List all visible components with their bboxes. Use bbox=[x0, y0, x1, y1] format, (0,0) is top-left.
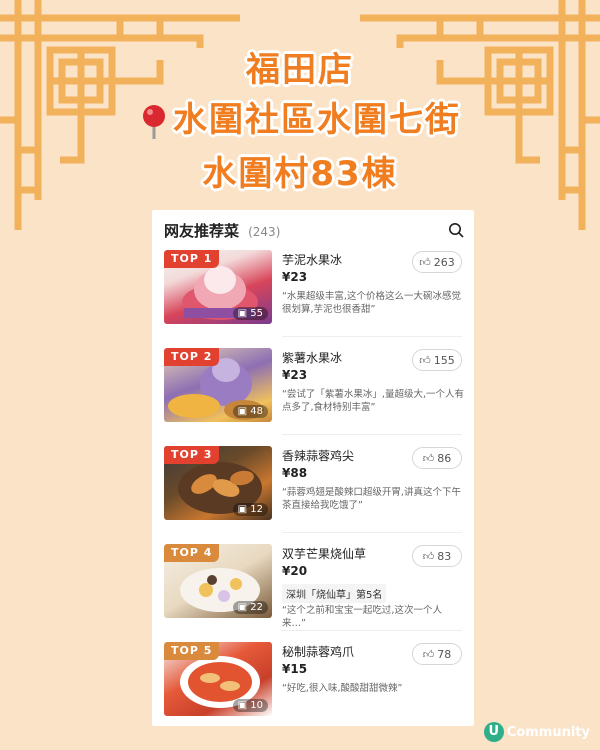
like-button[interactable]: 👍︎ 155 bbox=[412, 349, 462, 371]
store-name-heading: 福田店 bbox=[246, 50, 354, 90]
ranking-badge[interactable]: 深圳「烧仙草」第5名 bbox=[282, 584, 387, 603]
item-divider bbox=[282, 630, 462, 631]
recommended-dishes-card: 网友推荐菜 (243) TOP 1 ▣ 55 芋泥水果冰 ¥23 “水果超级丰富… bbox=[152, 210, 474, 726]
dish-price: ¥23 bbox=[282, 368, 308, 382]
pushpin-icon bbox=[143, 104, 165, 139]
community-watermark: U Community bbox=[483, 722, 590, 742]
building-heading: 水圍村83棟 bbox=[202, 154, 398, 194]
photo-count: ▣ 55 bbox=[232, 307, 268, 320]
dish-item[interactable]: TOP 3 ▣ 12 香辣蒜蓉鸡尖 ¥88 “蒜蓉鸡翅是酸辣口超级开胃,讲真这个… bbox=[164, 446, 464, 530]
dish-review: “这个之前和宝宝一起吃过,这次一个人来…” bbox=[282, 605, 442, 629]
dish-item[interactable]: TOP 5 ▣ 10 秘制蒜蓉鸡爪 ¥15 “好吃,很入味,酸酸甜甜微辣” 👍︎… bbox=[164, 642, 464, 726]
card-header: 网友推荐菜 (243) bbox=[164, 220, 464, 248]
dish-price: ¥23 bbox=[282, 270, 308, 284]
rank-tag: TOP 3 bbox=[164, 446, 220, 464]
dish-name: 香辣蒜蓉鸡尖 bbox=[282, 449, 355, 463]
rank-tag: TOP 1 bbox=[164, 250, 220, 268]
rank-tag: TOP 5 bbox=[164, 642, 220, 660]
like-button[interactable]: 👍︎ 78 bbox=[412, 643, 462, 665]
like-button[interactable]: 👍︎ 83 bbox=[412, 545, 462, 567]
community-logo: U bbox=[483, 722, 504, 742]
dish-review: “水果超级丰富,这个价格这么一大碗冰感觉很划算,芋泥也很香甜” bbox=[282, 291, 461, 315]
item-divider bbox=[282, 336, 462, 337]
photo-count: ▣ 12 bbox=[232, 503, 268, 516]
search-icon[interactable] bbox=[448, 222, 464, 238]
dish-price: ¥88 bbox=[282, 466, 308, 480]
dish-review: “好吃,很入味,酸酸甜甜微辣” bbox=[282, 683, 403, 694]
dish-item[interactable]: TOP 2 ▣ 48 紫薯水果冰 ¥23 “尝试了「紫薯水果冰」,量超级大,一个… bbox=[164, 348, 464, 432]
watermark-text: Community bbox=[506, 724, 590, 740]
dish-photo[interactable]: TOP 5 ▣ 10 bbox=[164, 642, 272, 716]
rank-tag: TOP 2 bbox=[164, 348, 220, 366]
dish-name: 紫薯水果冰 bbox=[282, 351, 343, 365]
photo-count: ▣ 10 bbox=[232, 699, 268, 712]
dish-photo[interactable]: TOP 2 ▣ 48 bbox=[164, 348, 272, 422]
dish-review: “蒜蓉鸡翅是酸辣口超级开胃,讲真这个下午茶直接给我吃饿了” bbox=[282, 487, 461, 511]
dish-review: “尝试了「紫薯水果冰」,量超级大,一个人有点多了,食材特别丰富” bbox=[282, 389, 464, 413]
dish-price: ¥20 bbox=[282, 564, 308, 578]
thumbs-up-icon: 👍︎ bbox=[419, 353, 431, 367]
thumbs-up-icon: 👍︎ bbox=[422, 451, 435, 465]
dish-price: ¥15 bbox=[282, 662, 308, 676]
dish-photo[interactable]: TOP 4 ▣ 22 bbox=[164, 544, 272, 618]
item-divider bbox=[282, 532, 462, 533]
dish-photo[interactable]: TOP 1 ▣ 55 bbox=[164, 250, 272, 324]
photo-count: ▣ 48 bbox=[232, 405, 268, 418]
item-divider bbox=[282, 434, 462, 435]
dish-name: 秘制蒜蓉鸡爪 bbox=[282, 645, 355, 659]
dish-photo[interactable]: TOP 3 ▣ 12 bbox=[164, 446, 272, 520]
dish-name: 双芋芒果烧仙草 bbox=[282, 547, 367, 561]
thumbs-up-icon: 👍︎ bbox=[422, 647, 435, 661]
thumbs-up-icon: 👍︎ bbox=[419, 255, 431, 269]
dish-item[interactable]: TOP 1 ▣ 55 芋泥水果冰 ¥23 “水果超级丰富,这个价格这么一大碗冰感… bbox=[164, 250, 464, 334]
dish-name: 芋泥水果冰 bbox=[282, 253, 343, 267]
address-line-text: 水圍社區水圍七街 bbox=[173, 100, 461, 140]
recommendation-count: (243) bbox=[248, 225, 281, 239]
rank-tag: TOP 4 bbox=[164, 544, 220, 562]
like-button[interactable]: 👍︎ 86 bbox=[412, 447, 462, 469]
address-line-heading: 水圍社區水圍七街 bbox=[0, 92, 600, 141]
thumbs-up-icon: 👍︎ bbox=[422, 549, 435, 563]
like-button[interactable]: 👍︎ 263 bbox=[412, 251, 462, 273]
card-title: 网友推荐菜 bbox=[164, 222, 240, 240]
dish-item[interactable]: TOP 4 ▣ 22 双芋芒果烧仙草 ¥20 深圳「烧仙草」第5名 “这个之前和… bbox=[164, 544, 464, 629]
photo-count: ▣ 22 bbox=[232, 601, 268, 614]
